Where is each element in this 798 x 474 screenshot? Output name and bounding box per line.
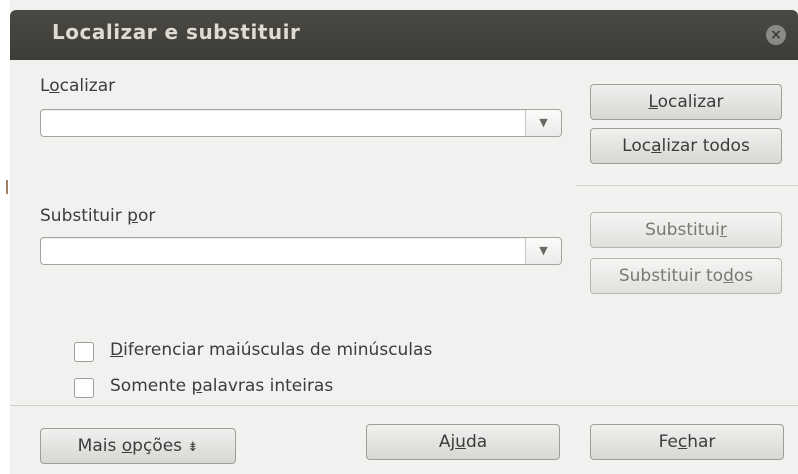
match-case-rest: iferenciar maiúsculas de minúsculas	[123, 340, 433, 360]
find-label: Localizar	[40, 76, 115, 96]
help-button[interactable]: Ajuda	[366, 424, 560, 460]
find-button-mnemonic: L	[648, 92, 658, 112]
replace-label: Substituir por	[40, 206, 155, 226]
buttons-separator	[576, 185, 798, 186]
match-case-label[interactable]: Diferenciar maiúsculas de minúsculas	[110, 340, 432, 360]
title-bar[interactable]: Localizar e substituir ×	[10, 10, 798, 60]
close-button[interactable]: Fechar	[590, 424, 784, 460]
replace-button-mnemonic: r	[719, 220, 727, 240]
replace-all-button[interactable]: Substituir todos	[590, 258, 782, 294]
replace-label-mnemonic: p	[127, 206, 138, 226]
replace-all-mnemonic: d	[723, 266, 734, 286]
replace-label-before: Substituir	[40, 206, 128, 226]
help-after: da	[465, 432, 488, 452]
more-options-button[interactable]: Mais opções ⇟	[40, 428, 236, 464]
find-dropdown-arrow[interactable]: ▼	[525, 110, 561, 136]
double-chevron-down-icon: ⇟	[187, 440, 199, 455]
replace-button[interactable]: Substituir	[590, 212, 782, 248]
find-button-rest: ocalizar	[657, 92, 724, 112]
find-label-mnemonic: o	[49, 76, 60, 96]
find-all-after: lizar todos	[661, 136, 750, 156]
find-all-before: Loc	[622, 136, 652, 156]
help-before: Aj	[438, 432, 456, 452]
more-options-mnemonic: o	[121, 436, 133, 456]
close-before: Fe	[658, 432, 678, 452]
help-mnemonic: u	[455, 432, 466, 452]
find-label-rest: calizar	[59, 76, 116, 96]
whole-words-before: Somente	[110, 376, 192, 396]
background-edge	[0, 0, 10, 474]
close-mnemonic: c	[677, 432, 688, 452]
find-all-button[interactable]: Localizar todos	[590, 128, 782, 164]
match-case-checkbox[interactable]	[74, 342, 94, 362]
match-case-mnemonic: D	[110, 340, 124, 360]
close-icon[interactable]: ×	[766, 25, 786, 45]
find-button[interactable]: Localizar	[590, 84, 782, 120]
whole-words-mnemonic: p	[191, 376, 203, 396]
close-after: har	[687, 432, 716, 452]
edge-mark	[6, 180, 8, 194]
whole-words-checkbox[interactable]	[74, 378, 94, 398]
find-label-prefix: L	[40, 76, 50, 96]
find-all-mnemonic: a	[651, 136, 662, 156]
replace-all-before: Substituir to	[618, 266, 724, 286]
replace-button-before: Substitui	[645, 220, 720, 240]
find-combobox[interactable]: ▼	[40, 109, 562, 137]
more-options-before: Mais	[77, 436, 122, 456]
find-replace-dialog: Localizar e substituir × Localizar ▼ Loc…	[10, 0, 798, 474]
replace-dropdown-arrow[interactable]: ▼	[525, 238, 561, 264]
replace-combobox[interactable]: ▼	[40, 237, 562, 265]
footer-separator	[10, 405, 798, 406]
whole-words-after: alavras inteiras	[202, 376, 334, 396]
dialog-title: Localizar e substituir	[52, 20, 301, 44]
whole-words-label[interactable]: Somente palavras inteiras	[110, 376, 333, 396]
replace-input[interactable]	[47, 241, 517, 261]
more-options-after: pções	[132, 436, 183, 456]
replace-label-after: or	[137, 206, 156, 226]
replace-all-after: os	[733, 266, 754, 286]
find-input[interactable]	[47, 113, 517, 133]
